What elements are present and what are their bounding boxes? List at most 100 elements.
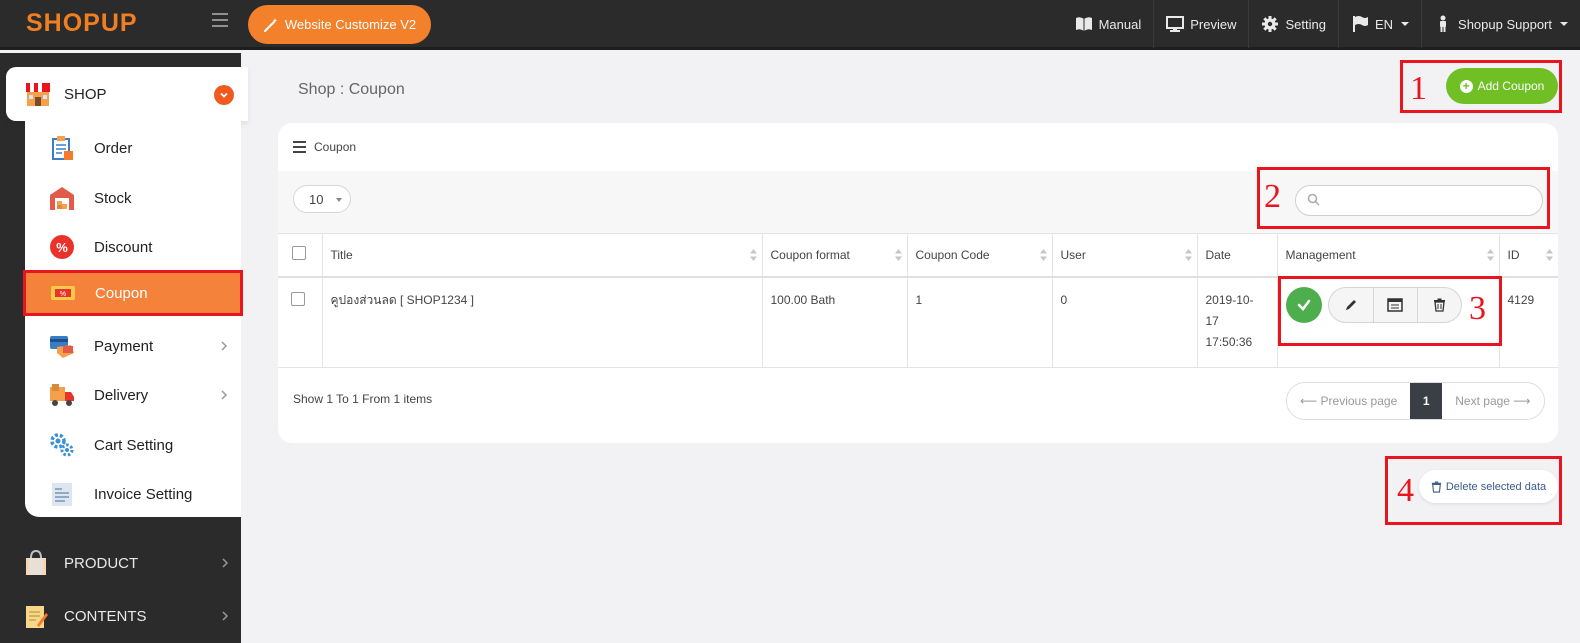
warehouse-icon bbox=[50, 187, 74, 210]
coupon-user-cell: 0 bbox=[1052, 276, 1198, 368]
annotation-number-4: 4 bbox=[1397, 472, 1414, 509]
list-icon bbox=[293, 141, 306, 153]
shopup-logo[interactable]: SHOPUP bbox=[26, 9, 138, 38]
coupon-code-cell: 1 bbox=[907, 276, 1053, 368]
sidebar-item-label: Cart Setting bbox=[94, 436, 174, 454]
row-checkbox[interactable] bbox=[291, 291, 305, 306]
chevron-right-icon bbox=[222, 558, 229, 568]
shopping-bag-icon bbox=[26, 550, 46, 575]
magic-wand-icon bbox=[263, 17, 278, 32]
sort-icon bbox=[1039, 249, 1047, 261]
credit-card-icon bbox=[50, 336, 74, 358]
sort-icon bbox=[1184, 249, 1192, 261]
sidebar-item-label: PRODUCT bbox=[64, 554, 139, 572]
coupon-title-cell: คูปองส่วนลด [ SHOP1234 ] bbox=[322, 276, 763, 368]
svg-text:%: % bbox=[60, 291, 66, 298]
percent-badge-icon: % bbox=[50, 235, 74, 259]
card-title: Coupon bbox=[314, 140, 357, 154]
sidebar-item-delivery[interactable]: Delivery bbox=[25, 372, 241, 418]
card-header: Coupon bbox=[278, 123, 1558, 171]
sidebar-item-product[interactable]: PRODUCT bbox=[0, 540, 241, 586]
sidebar-item-label: Discount bbox=[94, 238, 153, 256]
sidebar-item-label: Payment bbox=[94, 337, 154, 355]
notepad-pencil-icon bbox=[26, 606, 48, 628]
sidebar-item-label: Delivery bbox=[94, 386, 149, 404]
annotation-number-1: 1 bbox=[1410, 70, 1427, 107]
chevron-right-icon bbox=[222, 611, 229, 621]
coupon-format-cell: 100.00 Bath bbox=[762, 276, 908, 368]
select-all-checkbox[interactable] bbox=[292, 246, 306, 261]
clipboard-icon bbox=[52, 136, 73, 160]
sidebar: SHOP Order Stock % Discount % Coupon Pay… bbox=[0, 53, 248, 643]
sidebar-item-coupon[interactable]: % Coupon bbox=[23, 270, 243, 316]
sidebar-item-invoice-setting[interactable]: Invoice Setting bbox=[25, 471, 241, 517]
svg-text:%: % bbox=[56, 240, 68, 255]
column-header-title[interactable]: Title bbox=[322, 233, 763, 278]
shop-submenu: Order Stock % Discount % Coupon Payment … bbox=[23, 121, 243, 517]
person-icon bbox=[1440, 15, 1447, 32]
menu-toggle-icon[interactable] bbox=[212, 13, 228, 31]
column-header-coupon-code[interactable]: Coupon Code bbox=[907, 233, 1053, 278]
book-icon bbox=[1075, 17, 1092, 31]
sort-icon bbox=[1486, 249, 1494, 261]
sort-icon bbox=[749, 249, 757, 261]
sidebar-item-label: Order bbox=[94, 139, 133, 157]
setting-link[interactable]: Setting bbox=[1248, 0, 1337, 48]
row-select-cell bbox=[278, 276, 323, 368]
column-header-date[interactable]: Date bbox=[1197, 233, 1278, 278]
language-dropdown[interactable]: EN bbox=[1337, 0, 1421, 48]
gear-icon bbox=[1262, 16, 1279, 32]
table-header-row: Title Coupon format Coupon Code User Dat… bbox=[278, 233, 1558, 278]
page-size-select[interactable]: 10 bbox=[293, 185, 351, 213]
coupon-date-cell: 2019-10- 17 17:50:36 bbox=[1197, 276, 1278, 368]
sidebar-item-discount[interactable]: % Discount bbox=[25, 224, 241, 270]
select-all-cell bbox=[278, 233, 323, 278]
chevron-right-icon bbox=[221, 341, 228, 351]
monitor-icon bbox=[1166, 16, 1185, 32]
website-customize-button[interactable]: Website Customize V2 bbox=[248, 5, 431, 44]
gears-icon bbox=[50, 433, 74, 457]
page-1-button[interactable]: 1 bbox=[1410, 383, 1443, 419]
sidebar-item-label: Invoice Setting bbox=[94, 485, 193, 503]
logo-up-text: UP bbox=[100, 9, 138, 37]
chevron-down-icon[interactable] bbox=[214, 85, 234, 105]
next-page-button[interactable]: Next page ⟶ bbox=[1442, 383, 1544, 419]
column-header-user[interactable]: User bbox=[1052, 233, 1198, 278]
sidebar-item-cart-setting[interactable]: Cart Setting bbox=[25, 422, 241, 468]
annotation-number-3: 3 bbox=[1469, 290, 1486, 327]
sort-icon bbox=[894, 249, 902, 261]
sidebar-item-label: Stock bbox=[94, 189, 132, 207]
sidebar-item-label: SHOP bbox=[64, 85, 107, 103]
flag-icon bbox=[1352, 16, 1368, 32]
sidebar-item-shop[interactable]: SHOP bbox=[6, 67, 248, 121]
column-header-id[interactable]: ID bbox=[1499, 233, 1558, 278]
preview-link[interactable]: Preview bbox=[1153, 0, 1248, 48]
sidebar-item-order[interactable]: Order bbox=[25, 125, 241, 171]
manual-link[interactable]: Manual bbox=[1063, 0, 1154, 48]
pagination: ⟵ Previous page 1 Next page ⟶ bbox=[1286, 382, 1545, 420]
column-header-coupon-format[interactable]: Coupon format bbox=[762, 233, 908, 278]
storefront-icon bbox=[26, 83, 50, 106]
annotation-box-2 bbox=[1257, 167, 1550, 229]
delivery-truck-icon bbox=[50, 384, 74, 406]
page-title: Shop : Coupon bbox=[298, 81, 405, 98]
chevron-down-icon bbox=[1560, 22, 1568, 26]
column-header-management[interactable]: Management bbox=[1277, 233, 1500, 278]
user-dropdown[interactable]: Shopup Support bbox=[1421, 0, 1580, 48]
sidebar-item-label: Coupon bbox=[95, 284, 148, 302]
top-nav: Manual Preview Setting EN Shopup Support bbox=[1063, 0, 1580, 48]
pagination-info: Show 1 To 1 From 1 items bbox=[293, 392, 433, 406]
invoice-icon bbox=[52, 483, 72, 506]
sidebar-item-payment[interactable]: Payment bbox=[25, 323, 241, 369]
chevron-right-icon bbox=[221, 390, 228, 400]
sidebar-item-stock[interactable]: Stock bbox=[25, 175, 241, 221]
previous-page-button[interactable]: ⟵ Previous page bbox=[1287, 383, 1411, 419]
coupon-ticket-icon: % bbox=[51, 286, 75, 300]
coupon-id-cell: 4129 bbox=[1499, 276, 1558, 368]
sidebar-item-contents[interactable]: CONTENTS bbox=[0, 593, 241, 639]
top-bar: SHOPUP Website Customize V2 Manual Previ… bbox=[0, 0, 1580, 50]
annotation-number-2: 2 bbox=[1264, 178, 1281, 215]
sort-icon bbox=[1546, 249, 1553, 261]
sidebar-item-label: CONTENTS bbox=[64, 607, 147, 625]
chevron-down-icon bbox=[1401, 22, 1410, 26]
